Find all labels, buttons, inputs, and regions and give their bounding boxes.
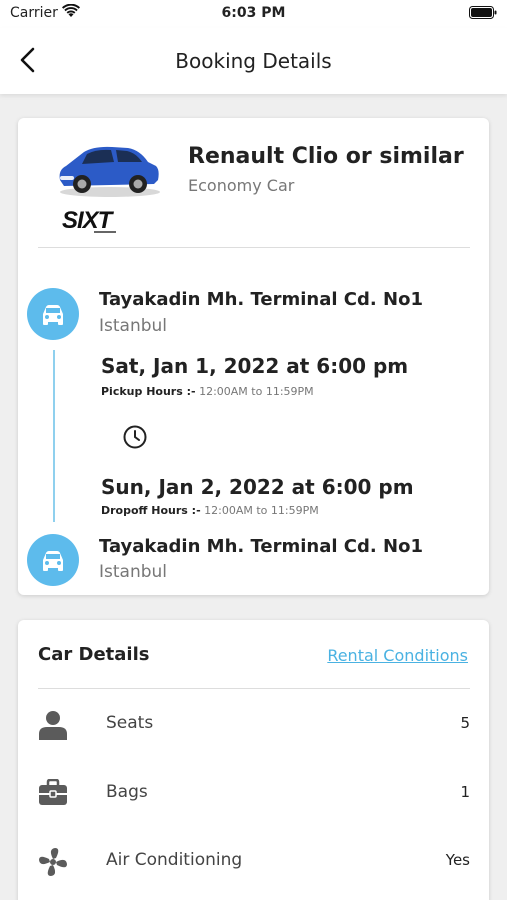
car-category: Economy Car: [188, 176, 295, 195]
pickup-hours-label: Pickup Hours :-: [101, 385, 196, 398]
nav-bar: Booking Details: [0, 28, 507, 94]
feature-value: 5: [460, 714, 470, 732]
rental-conditions-link[interactable]: Rental Conditions: [327, 646, 468, 665]
feature-label: Air Conditioning: [106, 850, 243, 870]
feature-value: 1: [460, 783, 470, 801]
dropoff-hours-label: Dropoff Hours :-: [101, 504, 201, 517]
feature-row-bags: Bags 1: [38, 773, 470, 813]
feature-row-air-conditioning: Air Conditioning Yes: [38, 841, 470, 881]
divider: [38, 688, 470, 689]
pickup-city: Istanbul: [99, 316, 168, 336]
feature-value: Yes: [445, 851, 470, 869]
pickup-datetime: Sat, Jan 1, 2022 at 6:00 pm: [101, 354, 409, 378]
car-image: [59, 146, 160, 197]
feature-row-seats: Seats 5: [38, 704, 470, 744]
battery-icon: [469, 6, 497, 19]
dropoff-car-icon: [27, 534, 79, 586]
page-title: Booking Details: [175, 49, 332, 73]
clock-icon: [123, 425, 147, 449]
pickup-hours-value: 12:00AM to 11:59PM: [199, 385, 314, 398]
dropoff-hours-value: 12:00AM to 11:59PM: [204, 504, 319, 517]
sixt-logo: SIXT: [62, 207, 116, 234]
pickup-location: Tayakadin Mh. Terminal Cd. No1: [99, 289, 423, 310]
status-time: 6:03 PM: [221, 5, 286, 21]
feature-label: Seats: [106, 713, 154, 733]
svg-text:SIXT: SIXT: [62, 207, 115, 234]
booking-card: SIXT Renault Clio or similar Economy Car…: [18, 118, 489, 595]
briefcase-icon: [39, 779, 67, 805]
dropoff-city: Istanbul: [99, 562, 168, 582]
feature-label: Bags: [106, 782, 148, 802]
car-details-title: Car Details: [38, 644, 150, 665]
car-details-card: Car Details Rental Conditions Seats 5 Ba…: [18, 620, 489, 900]
timeline-line: [53, 350, 55, 522]
pickup-hours: Pickup Hours :- 12:00AM to 11:59PM: [101, 385, 314, 398]
car-name: Renault Clio or similar: [188, 144, 464, 169]
dropoff-hours: Dropoff Hours :- 12:00AM to 11:59PM: [101, 504, 319, 517]
divider: [38, 247, 470, 248]
fan-icon: [39, 848, 67, 876]
dropoff-location: Tayakadin Mh. Terminal Cd. No1: [99, 536, 423, 557]
dropoff-datetime: Sun, Jan 2, 2022 at 6:00 pm: [101, 475, 414, 499]
pickup-car-icon: [27, 288, 79, 340]
status-bar: Carrier 6:03 PM: [0, 0, 507, 28]
person-icon: [39, 711, 67, 740]
